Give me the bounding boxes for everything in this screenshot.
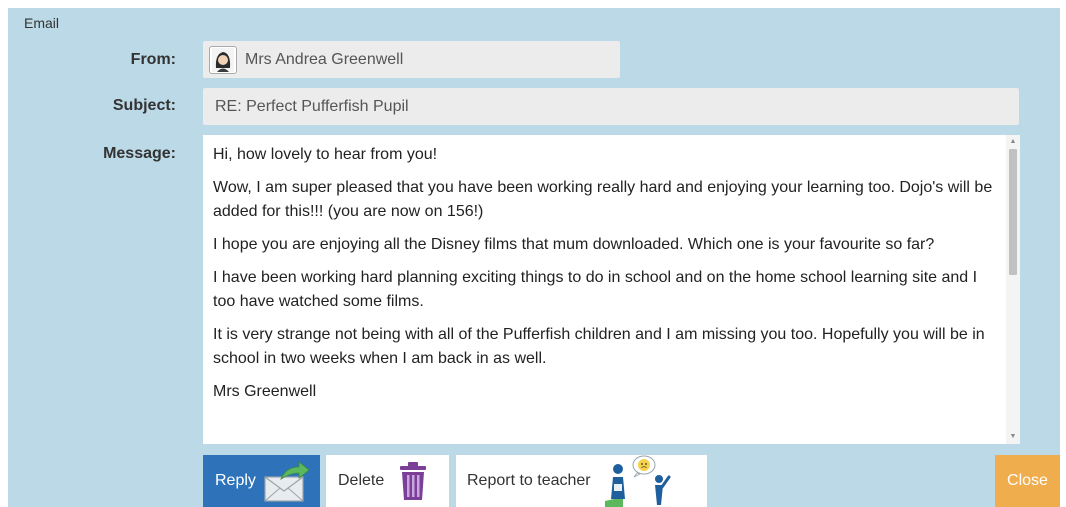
scroll-down-icon[interactable]: ▼ — [1006, 430, 1020, 444]
from-field: Mrs Andrea Greenwell — [203, 41, 620, 78]
teacher-avatar-icon — [209, 45, 237, 74]
message-scrollbar[interactable]: ▲ ▼ — [1006, 135, 1020, 444]
report-button-label: Report to teacher — [467, 472, 591, 489]
message-paragraph: I hope you are enjoying all the Disney f… — [213, 236, 935, 253]
delete-button-label: Delete — [338, 472, 385, 489]
delete-button[interactable]: Delete — [326, 455, 449, 507]
message-label: Message: — [103, 145, 176, 162]
from-label: From: — [130, 51, 176, 68]
reply-envelope-icon — [261, 459, 311, 503]
subject-field: RE: Perfect Pufferfish Pupil — [203, 88, 1019, 125]
subject-text: RE: Perfect Pufferfish Pupil — [215, 97, 409, 115]
close-button[interactable]: Close — [995, 455, 1060, 507]
message-paragraph: I have been working hard planning exciti… — [213, 269, 978, 310]
email-panel: Email From: Mrs Andrea Greenwell Subject… — [8, 8, 1060, 507]
message-paragraph: Mrs Greenwell — [213, 383, 317, 400]
message-paragraph: Hi, how lovely to hear from you! — [213, 146, 438, 163]
message-paragraph: Wow, I am super pleased that you have be… — [213, 179, 993, 220]
message-body[interactable]: Hi, how lovely to hear from you! Wow, I … — [203, 135, 1020, 444]
report-to-teacher-button[interactable]: Report to teacher — [456, 455, 707, 507]
scroll-up-icon[interactable]: ▲ — [1006, 135, 1020, 149]
trash-icon — [398, 461, 428, 501]
subject-label: Subject: — [112, 97, 176, 114]
reply-button-label: Reply — [215, 472, 256, 489]
panel-title: Email — [24, 15, 60, 31]
scroll-thumb[interactable] — [1009, 149, 1017, 275]
report-teacher-icon — [603, 455, 679, 507]
close-button-label: Close — [1007, 472, 1048, 489]
message-content: Hi, how lovely to hear from you! Wow, I … — [213, 143, 998, 413]
message-paragraph: It is very strange not being with all of… — [213, 326, 985, 367]
reply-button[interactable]: Reply — [203, 455, 320, 507]
from-name: Mrs Andrea Greenwell — [245, 50, 404, 68]
